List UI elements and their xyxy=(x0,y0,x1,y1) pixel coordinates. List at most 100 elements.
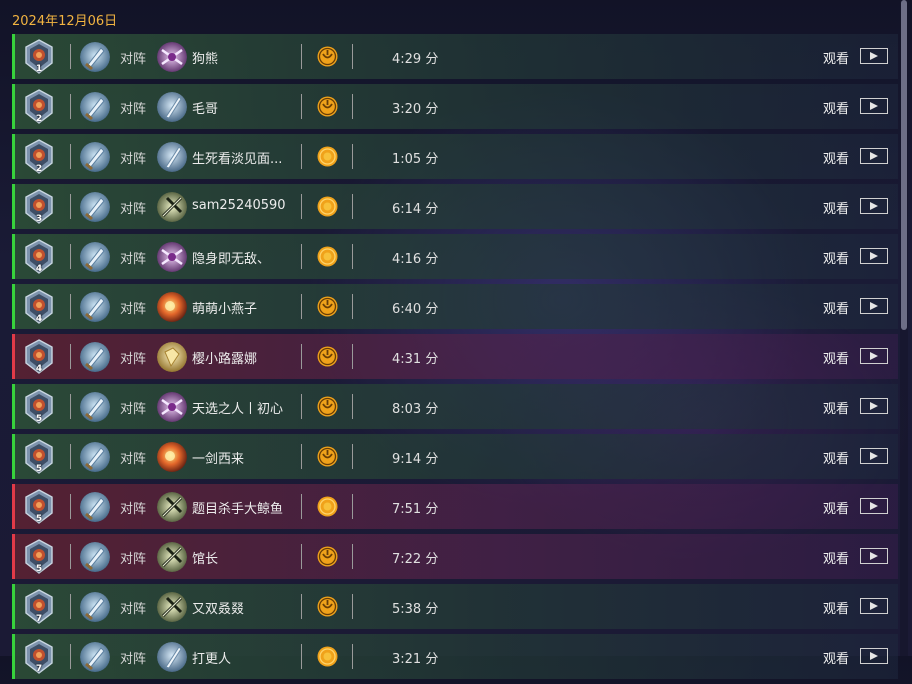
rank-number: 4 xyxy=(35,364,43,374)
play-icon xyxy=(870,152,878,160)
wild-mode-icon xyxy=(317,446,338,467)
opponent-name: 题目杀手大鲸鱼 xyxy=(192,502,284,517)
vs-label: 对阵 xyxy=(120,52,147,67)
wild-mode-icon xyxy=(317,396,338,417)
opponent-deathknight-hero-icon xyxy=(157,542,187,572)
divider xyxy=(352,244,353,269)
watch-label[interactable]: 观看 xyxy=(823,298,849,317)
watch-label[interactable]: 观看 xyxy=(823,548,849,567)
opponent-name: 萌萌小燕子 xyxy=(192,302,258,317)
wild-mode-icon xyxy=(317,346,338,367)
match-row[interactable]: 5 对阵 天选之人丨初心 8:03 分 观看 xyxy=(12,384,898,429)
play-icon xyxy=(870,202,878,210)
divider xyxy=(70,194,71,219)
play-replay-button[interactable] xyxy=(860,348,888,364)
rank-number: 4 xyxy=(35,314,43,324)
watch-label[interactable]: 观看 xyxy=(823,598,849,617)
player-hero-icon xyxy=(80,342,110,372)
play-replay-button[interactable] xyxy=(860,98,888,114)
rank-badge-icon: 4 xyxy=(24,289,54,324)
vs-label: 对阵 xyxy=(120,502,147,517)
divider xyxy=(352,644,353,669)
play-replay-button[interactable] xyxy=(860,298,888,314)
match-row[interactable]: 3 对阵 sam25240590 6:14 分 观看 xyxy=(12,184,898,229)
match-row[interactable]: 7 对阵 打更人 3:21 分 观看 xyxy=(12,634,898,679)
rank-number: 7 xyxy=(35,614,43,624)
player-hero-icon xyxy=(80,42,110,72)
date-header: 2024年12月06日 xyxy=(12,14,118,29)
divider xyxy=(352,94,353,119)
play-replay-button[interactable] xyxy=(860,198,888,214)
rank-badge-icon: 3 xyxy=(24,189,54,224)
play-replay-button[interactable] xyxy=(860,448,888,464)
divider xyxy=(301,494,302,519)
rank-number: 5 xyxy=(35,414,43,424)
standard-mode-icon xyxy=(317,146,338,167)
opponent-name: sam25240590 xyxy=(192,198,286,213)
watch-label[interactable]: 观看 xyxy=(823,348,849,367)
play-icon xyxy=(870,652,878,660)
divider xyxy=(70,444,71,469)
divider xyxy=(70,44,71,69)
rank-number: 1 xyxy=(35,64,43,74)
play-replay-button[interactable] xyxy=(860,148,888,164)
rank-badge-icon: 5 xyxy=(24,389,54,424)
watch-label[interactable]: 观看 xyxy=(823,148,849,167)
divider xyxy=(301,444,302,469)
match-row[interactable]: 4 对阵 萌萌小燕子 6:40 分 观看 xyxy=(12,284,898,329)
watch-label[interactable]: 观看 xyxy=(823,48,849,67)
watch-label[interactable]: 观看 xyxy=(823,398,849,417)
watch-label[interactable]: 观看 xyxy=(823,648,849,667)
match-row[interactable]: 4 对阵 隐身即无敌、 4:16 分 观看 xyxy=(12,234,898,279)
divider xyxy=(301,294,302,319)
match-row[interactable]: 7 对阵 又双叒叕 5:38 分 观看 xyxy=(12,584,898,629)
opponent-name: 打更人 xyxy=(192,652,232,667)
result-bar xyxy=(12,84,15,129)
opponent-demonhunter-hero-icon xyxy=(157,42,187,72)
play-replay-button[interactable] xyxy=(860,398,888,414)
watch-label[interactable]: 观看 xyxy=(823,198,849,217)
player-hero-icon xyxy=(80,292,110,322)
play-replay-button[interactable] xyxy=(860,498,888,514)
wild-mode-icon xyxy=(317,596,338,617)
match-row[interactable]: 2 对阵 毛哥 3:20 分 观看 xyxy=(12,84,898,129)
result-bar xyxy=(12,484,15,529)
match-row[interactable]: 1 对阵 狗熊 4:29 分 观看 xyxy=(12,34,898,79)
rank-badge-icon: 2 xyxy=(24,89,54,124)
play-icon xyxy=(870,502,878,510)
match-duration: 7:51 分 xyxy=(392,502,439,517)
match-duration: 4:29 分 xyxy=(392,52,439,67)
scrollbar[interactable] xyxy=(900,0,908,656)
divider xyxy=(301,344,302,369)
vs-label: 对阵 xyxy=(120,352,147,367)
match-duration: 3:21 分 xyxy=(392,652,439,667)
wild-mode-icon xyxy=(317,96,338,117)
match-row[interactable]: 5 对阵 题目杀手大鲸鱼 7:51 分 观看 xyxy=(12,484,898,529)
play-replay-button[interactable] xyxy=(860,248,888,264)
play-replay-button[interactable] xyxy=(860,548,888,564)
match-row[interactable]: 2 对阵 生死看淡见面... 1:05 分 观看 xyxy=(12,134,898,179)
watch-label[interactable]: 观看 xyxy=(823,448,849,467)
match-duration: 6:14 分 xyxy=(392,202,439,217)
opponent-deathknight-hero-icon xyxy=(157,592,187,622)
play-icon xyxy=(870,552,878,560)
match-row[interactable]: 5 对阵 馆长 7:22 分 观看 xyxy=(12,534,898,579)
result-bar xyxy=(12,634,15,679)
play-replay-button[interactable] xyxy=(860,598,888,614)
scrollbar-thumb[interactable] xyxy=(901,0,907,330)
play-replay-button[interactable] xyxy=(860,48,888,64)
watch-label[interactable]: 观看 xyxy=(823,498,849,517)
opponent-name: 生死看淡见面... xyxy=(192,152,283,167)
play-icon xyxy=(870,102,878,110)
match-list: 1 对阵 狗熊 4:29 分 观看 2 对阵 毛哥 3:20 分 观看 2 对阵… xyxy=(12,34,898,684)
match-row[interactable]: 5 对阵 一剑西来 9:14 分 观看 xyxy=(12,434,898,479)
player-hero-icon xyxy=(80,242,110,272)
play-replay-button[interactable] xyxy=(860,648,888,664)
wild-mode-icon xyxy=(317,296,338,317)
watch-label[interactable]: 观看 xyxy=(823,98,849,117)
opponent-name: 天选之人丨初心 xyxy=(192,402,284,417)
watch-label[interactable]: 观看 xyxy=(823,248,849,267)
opponent-name: 樱小路露娜 xyxy=(192,352,258,367)
match-row[interactable]: 4 对阵 樱小路露娜 4:31 分 观看 xyxy=(12,334,898,379)
match-duration: 1:05 分 xyxy=(392,152,439,167)
